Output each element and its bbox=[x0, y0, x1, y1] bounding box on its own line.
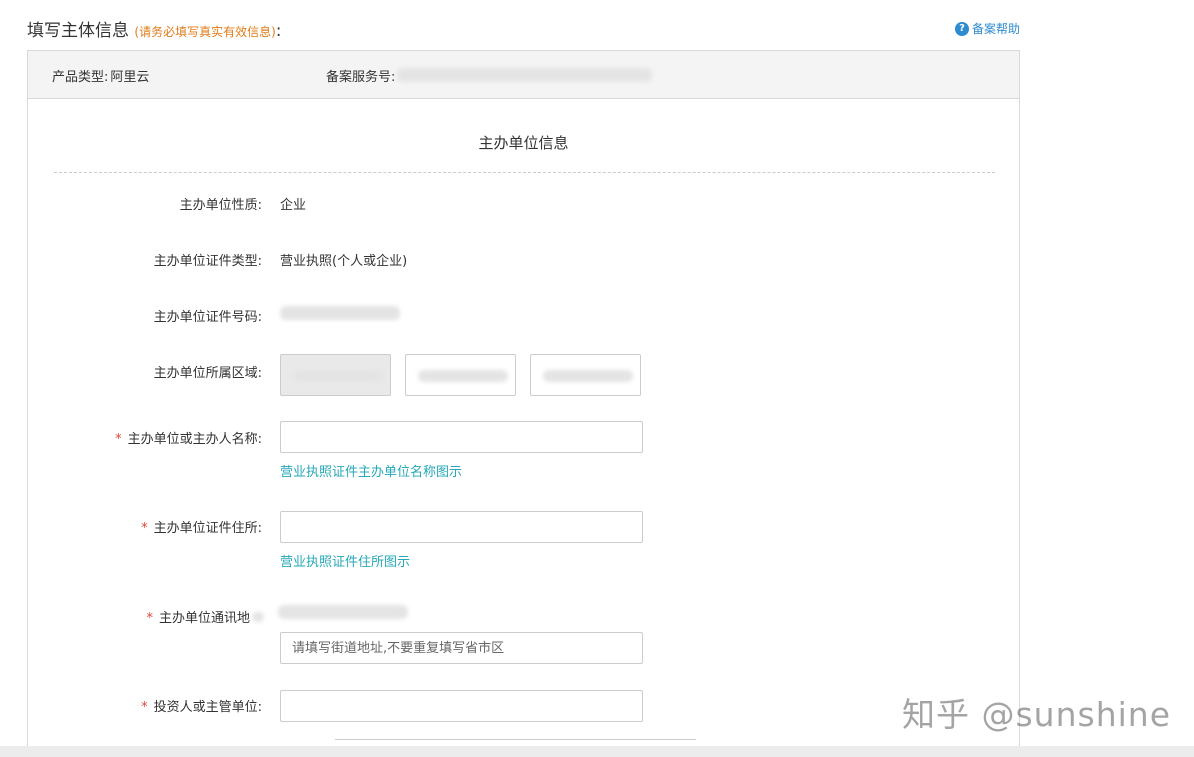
service-number-label: 备案服务号: bbox=[326, 70, 396, 85]
filing-help-label[interactable]: 备案帮助 bbox=[972, 20, 1020, 37]
page-title-colon: : bbox=[275, 21, 282, 41]
nature-label: 主办单位性质: bbox=[179, 198, 262, 213]
unit-name-label-text: 主办单位或主办人名称: bbox=[127, 432, 262, 447]
section-divider bbox=[54, 172, 995, 173]
cert-address-example-link[interactable]: 营业执照证件住所图示 bbox=[280, 551, 410, 570]
nature-value: 企业 bbox=[280, 198, 307, 213]
bottom-divider bbox=[335, 739, 696, 740]
mail-address-label: * 主办单位通讯地 bbox=[146, 607, 264, 626]
product-type-label: 产品类型: bbox=[52, 70, 109, 85]
unit-name-example-link[interactable]: 营业执照证件主办单位名称图示 bbox=[280, 461, 462, 480]
cert-address-label-text: 主办单位证件住所: bbox=[153, 521, 262, 536]
page-title-text: 填写主体信息 bbox=[27, 21, 129, 41]
page-title: 填写主体信息 (请务必填写真实有效信息): bbox=[27, 16, 282, 41]
product-type: 产品类型: 阿里云 bbox=[52, 66, 149, 85]
horizontal-scrollbar[interactable] bbox=[0, 746, 1194, 757]
section-title: 主办单位信息 bbox=[478, 134, 569, 152]
unit-name-label: * 主办单位或主办人名称: bbox=[115, 428, 262, 447]
required-mark: * bbox=[141, 521, 148, 536]
mail-address-label-text: 主办单位通讯地 bbox=[158, 611, 250, 626]
page-title-hint: (请务必填写真实有效信息) bbox=[134, 25, 276, 39]
mail-address-input[interactable] bbox=[280, 632, 643, 664]
question-circle-icon: ? bbox=[955, 21, 969, 36]
cert-type-label: 主办单位证件类型: bbox=[153, 254, 262, 269]
district-select[interactable] bbox=[530, 354, 641, 396]
cert-number-redacted bbox=[280, 306, 400, 320]
host-unit-form: 主办单位信息 主办单位性质: 企业 主办单位证件类型: 营业执照(个人或企业) … bbox=[27, 99, 1020, 757]
cert-number-label: 主办单位证件号码: bbox=[153, 310, 262, 325]
cert-address-label: * 主办单位证件住所: bbox=[141, 517, 262, 536]
cert-address-input[interactable] bbox=[280, 511, 643, 543]
city-redacted bbox=[418, 370, 508, 382]
investor-label: * 投资人或主管单位: bbox=[141, 696, 262, 715]
mail-region-redacted bbox=[278, 605, 408, 619]
filing-help-link[interactable]: ? 备案帮助 bbox=[955, 20, 1020, 37]
required-mark: * bbox=[146, 611, 153, 626]
province-redacted bbox=[293, 370, 383, 382]
investor-label-text: 投资人或主管单位: bbox=[153, 700, 262, 715]
cert-type-value: 营业执照(个人或企业) bbox=[280, 254, 408, 269]
district-redacted bbox=[543, 370, 633, 382]
region-label: 主办单位所属区域: bbox=[153, 366, 262, 381]
required-mark: * bbox=[141, 700, 148, 715]
unit-name-input[interactable] bbox=[280, 421, 643, 453]
province-select[interactable] bbox=[280, 354, 391, 396]
zhihu-watermark: 知乎 @sunshine bbox=[902, 695, 1172, 734]
city-select[interactable] bbox=[405, 354, 516, 396]
service-number: 备案服务号: bbox=[326, 66, 653, 85]
investor-input[interactable] bbox=[280, 690, 643, 722]
product-info-bar: 产品类型: 阿里云 备案服务号: bbox=[27, 50, 1020, 99]
required-mark: * bbox=[115, 432, 122, 447]
service-number-redacted bbox=[397, 68, 653, 82]
product-type-value: 阿里云 bbox=[110, 70, 150, 85]
mail-address-label-redacted bbox=[252, 612, 264, 622]
